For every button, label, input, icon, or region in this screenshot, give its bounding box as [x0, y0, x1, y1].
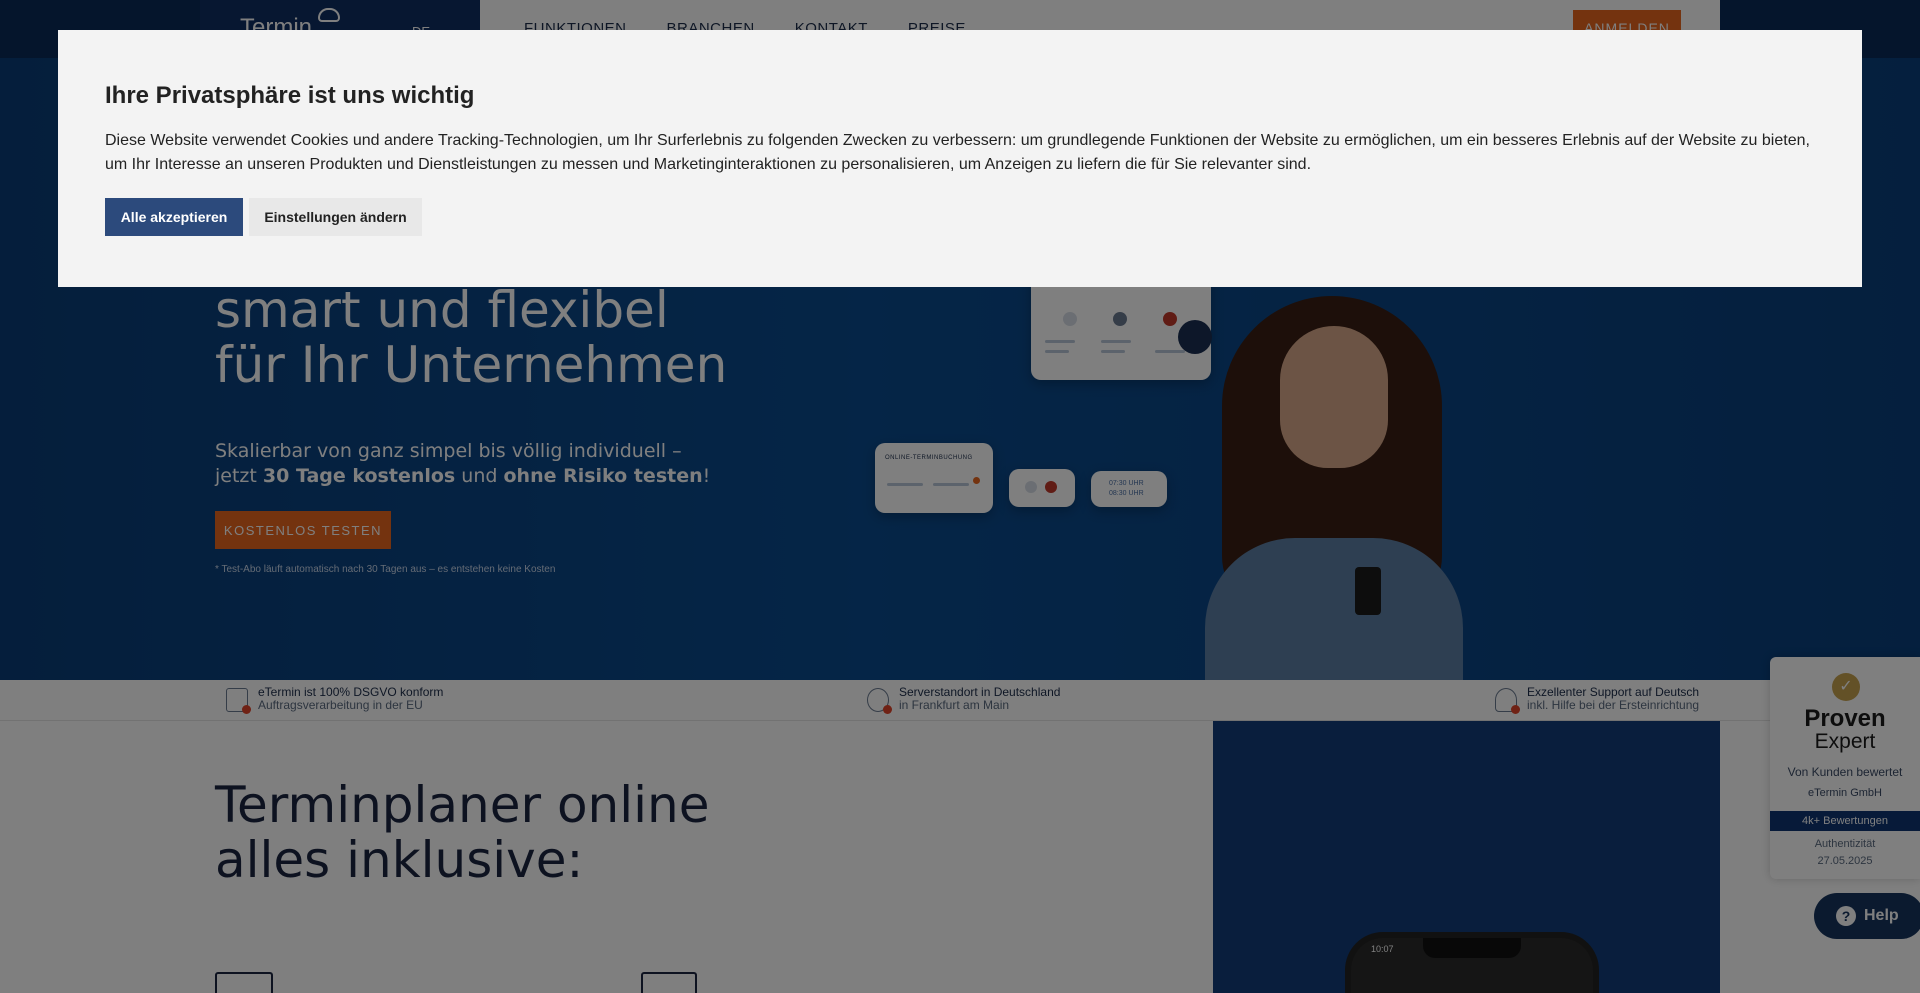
cookie-dialog-text: Diese Website verwendet Cookies und ande…: [105, 132, 1810, 173]
accept-all-button[interactable]: Alle akzeptieren: [105, 198, 243, 236]
change-settings-button[interactable]: Einstellungen ändern: [249, 198, 422, 236]
cookie-dialog-title: Ihre Privatsphäre ist uns wichtig: [105, 82, 475, 109]
cookie-consent-dialog: Ihre Privatsphäre ist uns wichtig Diese …: [58, 30, 1862, 287]
